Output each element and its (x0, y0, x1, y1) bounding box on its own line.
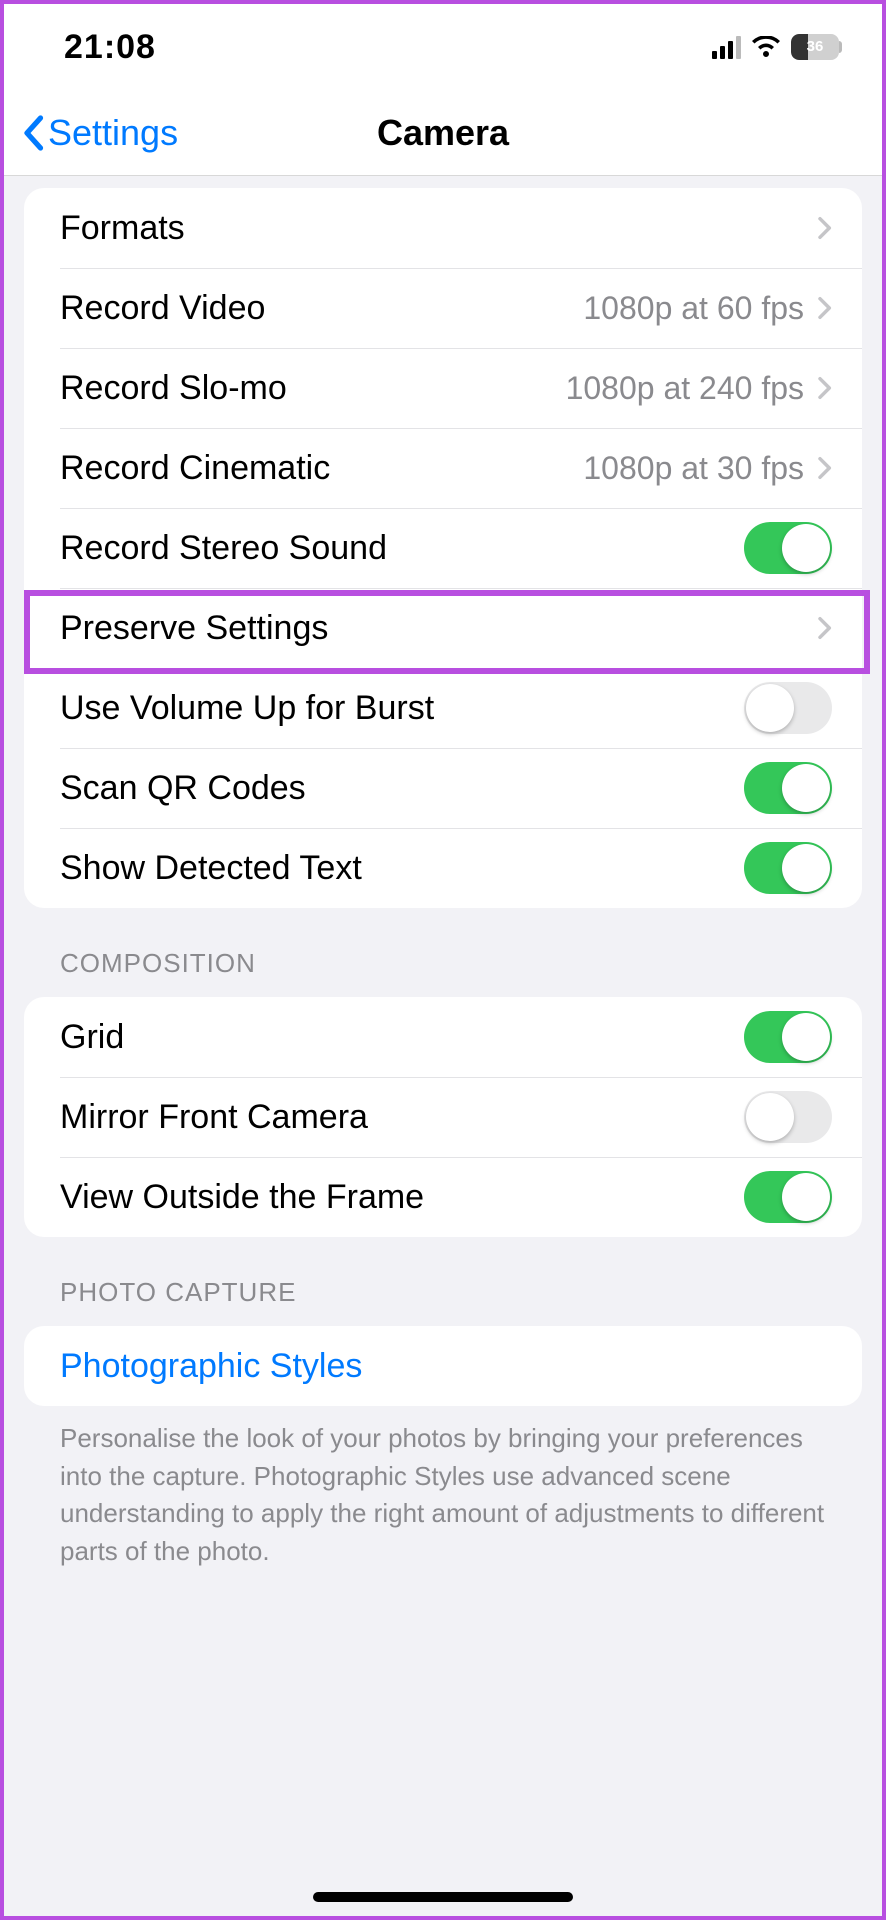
toggle-outside-frame[interactable] (744, 1171, 832, 1223)
settings-group-main: Formats Record Video 1080p at 60 fps Rec… (24, 188, 862, 908)
row-label: Grid (60, 1018, 744, 1057)
row-preserve-settings[interactable]: Preserve Settings (24, 588, 862, 668)
toggle-detected-text[interactable] (744, 842, 832, 894)
toggle-stereo-sound[interactable] (744, 522, 832, 574)
section-footer-photo-capture: Personalise the look of your photos by b… (4, 1420, 882, 1601)
row-outside-frame: View Outside the Frame (24, 1157, 862, 1237)
toggle-volume-burst[interactable] (744, 682, 832, 734)
section-header-composition: Composition (4, 948, 882, 997)
row-label: Preserve Settings (60, 609, 816, 648)
status-bar: 21:08 36 (4, 4, 882, 90)
row-label: Record Video (60, 289, 583, 328)
row-record-video[interactable]: Record Video 1080p at 60 fps (24, 268, 862, 348)
row-label: Formats (60, 209, 816, 248)
row-scan-qr: Scan QR Codes (24, 748, 862, 828)
chevron-right-icon (816, 616, 832, 640)
row-label: Record Stereo Sound (60, 529, 744, 568)
row-detected-text: Show Detected Text (24, 828, 862, 908)
row-photographic-styles[interactable]: Photographic Styles (24, 1326, 862, 1406)
chevron-right-icon (816, 456, 832, 480)
chevron-left-icon (22, 115, 44, 151)
row-label: Mirror Front Camera (60, 1098, 744, 1137)
row-volume-burst: Use Volume Up for Burst (24, 668, 862, 748)
row-value: 1080p at 240 fps (566, 370, 804, 407)
row-value: 1080p at 60 fps (583, 290, 804, 327)
content-scroll[interactable]: Formats Record Video 1080p at 60 fps Rec… (4, 176, 882, 1916)
status-time: 21:08 (64, 28, 156, 67)
chevron-right-icon (816, 376, 832, 400)
row-mirror-front: Mirror Front Camera (24, 1077, 862, 1157)
row-label: Record Slo-mo (60, 369, 566, 408)
wifi-icon (751, 36, 781, 58)
row-label: View Outside the Frame (60, 1178, 744, 1217)
row-grid: Grid (24, 997, 862, 1077)
battery-icon: 36 (791, 34, 842, 60)
chevron-right-icon (816, 296, 832, 320)
row-label: Use Volume Up for Burst (60, 689, 744, 728)
row-label: Photographic Styles (60, 1347, 832, 1386)
back-label: Settings (48, 112, 178, 154)
settings-group-composition: Grid Mirror Front Camera View Outside th… (24, 997, 862, 1237)
toggle-mirror-front[interactable] (744, 1091, 832, 1143)
row-value: 1080p at 30 fps (583, 450, 804, 487)
row-formats[interactable]: Formats (24, 188, 862, 268)
back-button[interactable]: Settings (22, 112, 178, 154)
row-stereo-sound: Record Stereo Sound (24, 508, 862, 588)
row-label: Record Cinematic (60, 449, 583, 488)
settings-group-photo-capture: Photographic Styles (24, 1326, 862, 1406)
toggle-grid[interactable] (744, 1011, 832, 1063)
cellular-signal-icon (712, 36, 741, 59)
section-header-photo-capture: Photo Capture (4, 1277, 882, 1326)
row-label: Show Detected Text (60, 849, 744, 888)
row-record-cinematic[interactable]: Record Cinematic 1080p at 30 fps (24, 428, 862, 508)
toggle-scan-qr[interactable] (744, 762, 832, 814)
row-label: Scan QR Codes (60, 769, 744, 808)
home-indicator[interactable] (313, 1892, 573, 1902)
row-record-slomo[interactable]: Record Slo-mo 1080p at 240 fps (24, 348, 862, 428)
chevron-right-icon (816, 216, 832, 240)
nav-bar: Settings Camera (4, 90, 882, 176)
